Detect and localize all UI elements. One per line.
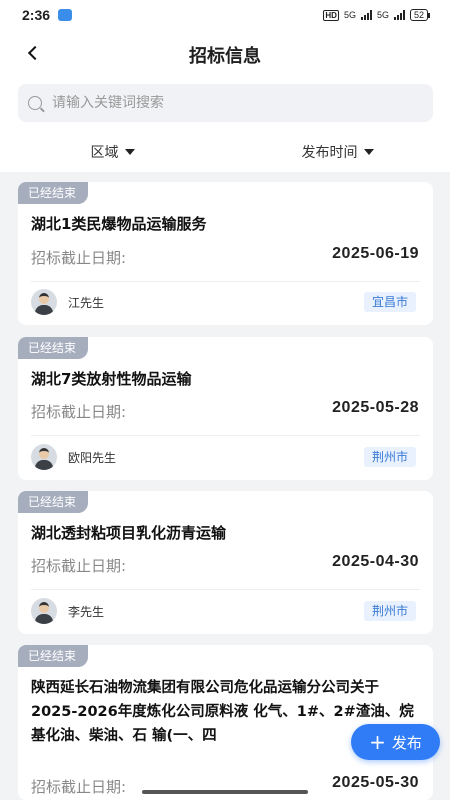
contact-name: 江先生 (68, 296, 105, 310)
status-tag: 已经结束 (18, 491, 89, 513)
deadline-value: 2025-05-28 (332, 399, 419, 416)
status-tag: 已经结束 (18, 182, 89, 204)
deadline-value: 2025-04-30 (332, 553, 419, 570)
filter-publish-time-label: 发布时间 (301, 145, 358, 161)
filter-bar: 区域 发布时间 (0, 132, 450, 172)
publish-button-label: 发布 (391, 733, 422, 752)
search-icon (28, 96, 42, 110)
region-badge: 荆州市 (363, 447, 416, 467)
caret-down-icon (124, 149, 135, 155)
status-bar: 2:36 HD 5G 5G 52 (0, 0, 450, 30)
page-title: 招标信息 (189, 46, 261, 67)
publish-button[interactable]: + 发布 (351, 724, 440, 760)
search-section (0, 76, 450, 132)
caret-down-icon (363, 149, 374, 155)
status-tag: 已经结束 (18, 645, 89, 667)
home-indicator (142, 790, 308, 794)
tender-title: 湖北透封粘项目乳化沥青运输 (31, 524, 227, 542)
status-tag: 已经结束 (18, 337, 89, 359)
network-label-2: 5G (376, 10, 389, 20)
plus-icon: + (369, 730, 386, 754)
divider (31, 281, 420, 282)
avatar (31, 444, 57, 470)
filter-region[interactable]: 区域 (0, 132, 225, 172)
contact-name: 欧阳先生 (68, 451, 117, 465)
deadline-label: 招标截止日期: (31, 557, 127, 575)
search-bar[interactable] (18, 84, 433, 122)
divider (31, 435, 420, 436)
deadline-label: 招标截止日期: (31, 778, 127, 796)
deadline-value: 2025-06-19 (332, 245, 419, 262)
tender-card[interactable]: 已经结束 湖北透封粘项目乳化沥青运输 招标截止日期: 2025-04-30 李先… (18, 491, 433, 634)
deadline-value: 2025-05-30 (332, 774, 419, 791)
filter-publish-time[interactable]: 发布时间 (225, 132, 450, 172)
deadline-label: 招标截止日期: (31, 249, 127, 267)
tender-card[interactable]: 已经结束 湖北7类放射性物品运输 招标截止日期: 2025-05-28 欧阳先生… (18, 337, 433, 480)
app-notification-icon (58, 9, 73, 21)
status-right: HD 5G 5G 52 (323, 9, 431, 21)
network-label-1: 5G (343, 10, 356, 20)
avatar (31, 289, 57, 315)
contact-name: 李先生 (68, 605, 105, 619)
app-header: 招标信息 (0, 30, 450, 76)
divider (31, 589, 420, 590)
filter-region-label: 区域 (90, 145, 119, 161)
tender-card[interactable]: 已经结束 陕西延长石油物流集团有限公司危化品运输分公司关于2025-2026年度… (18, 645, 433, 800)
signal-icon-2 (393, 10, 405, 20)
region-badge: 荆州市 (363, 601, 416, 621)
tender-title: 湖北7类放射性物品运输 (31, 370, 192, 388)
region-badge: 宜昌市 (363, 292, 416, 312)
signal-icon (360, 10, 372, 20)
status-time: 2:36 (22, 7, 51, 23)
tender-title: 湖北1类民爆物品运输服务 (31, 215, 207, 233)
battery-icon: 52 (409, 9, 431, 21)
deadline-label: 招标截止日期: (31, 403, 127, 421)
search-input[interactable] (52, 95, 412, 111)
avatar (31, 598, 57, 624)
tender-card[interactable]: 已经结束 湖北1类民爆物品运输服务 招标截止日期: 2025-06-19 江先生… (18, 182, 433, 325)
hd-icon: HD (323, 9, 339, 21)
